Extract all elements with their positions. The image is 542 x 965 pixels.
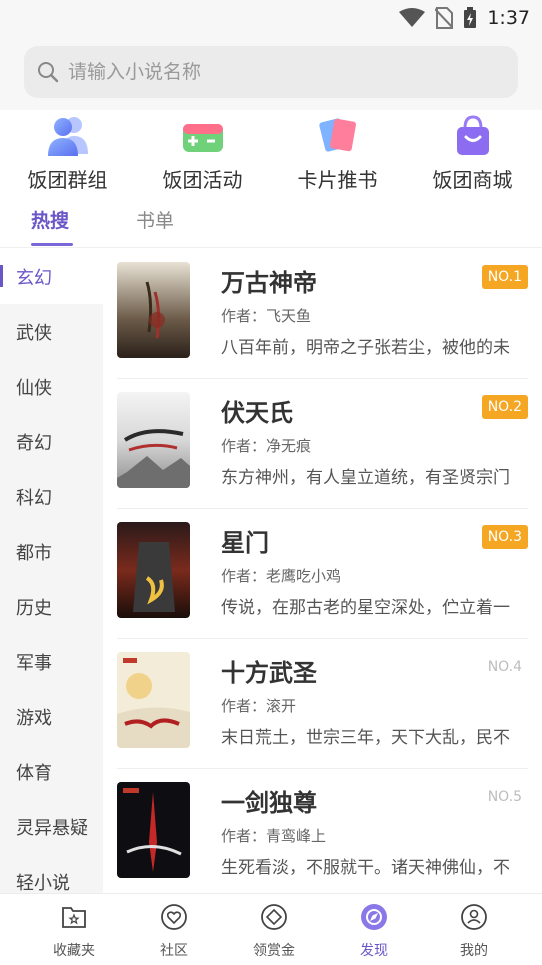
book-title: 伏天氏 bbox=[221, 399, 293, 427]
book-description: 八百年前，明帝之子张若尘，被他的未 bbox=[221, 338, 510, 358]
nav-label: 发现 bbox=[360, 943, 388, 959]
battery-charging-icon bbox=[464, 7, 477, 28]
category-sidebar: 玄幻 武侠 仙侠 奇幻 科幻 都市 历史 军事 游戏 体育 灵异悬疑 轻小说 bbox=[0, 249, 103, 893]
book-author: 作者：老鹰吃小鸡 bbox=[221, 567, 342, 585]
nav-rewards[interactable]: 领赏金 bbox=[224, 894, 324, 965]
book-cover[interactable] bbox=[117, 262, 190, 358]
category-item[interactable]: 玄幻 bbox=[0, 249, 103, 304]
book-author: 作者：飞天鱼 bbox=[221, 307, 312, 325]
book-ranking-list: 万古神帝 NO.1 作者：飞天鱼 八百年前，明帝之子张若尘，被他的未 伏天氏 N… bbox=[103, 249, 542, 893]
category-item[interactable]: 奇幻 bbox=[0, 414, 103, 469]
tab-book-list[interactable]: 书单 bbox=[136, 206, 174, 233]
feature-group[interactable]: 饭团群组 bbox=[0, 110, 135, 192]
nav-profile[interactable]: 我的 bbox=[424, 894, 524, 965]
search-area bbox=[0, 36, 542, 110]
status-icons: 1:37 bbox=[399, 6, 530, 30]
feature-activity[interactable]: 饭团活动 bbox=[135, 110, 270, 192]
feature-label: 饭团活动 bbox=[162, 168, 243, 192]
rank-label: NO.5 bbox=[487, 789, 522, 805]
book-row[interactable]: 十方武圣 NO.4 作者：滚开 末日荒土，世宗三年，天下大乱，民不 bbox=[117, 639, 528, 769]
nav-discover[interactable]: 发现 bbox=[324, 894, 424, 965]
book-cover[interactable] bbox=[117, 392, 190, 488]
book-title: 万古神帝 bbox=[221, 269, 317, 297]
book-title: 十方武圣 bbox=[221, 659, 317, 687]
shopping-bag-icon bbox=[449, 114, 497, 158]
content-tabs: 热搜 书单 bbox=[0, 196, 542, 248]
category-item[interactable]: 轻小说 bbox=[0, 854, 103, 894]
reward-diamond-icon bbox=[261, 904, 287, 930]
feature-label: 饭团商城 bbox=[432, 168, 513, 192]
feature-row: 饭团群组 饭团活动 卡片推书 饭团商城 bbox=[0, 110, 542, 192]
status-bar: 1:37 bbox=[0, 0, 542, 36]
book-author: 作者：滚开 bbox=[221, 697, 297, 715]
rank-badge: NO.1 bbox=[481, 265, 528, 289]
bookshelf-icon bbox=[62, 907, 86, 928]
category-item[interactable]: 武侠 bbox=[0, 304, 103, 359]
nav-label: 收藏夹 bbox=[53, 943, 95, 959]
book-title: 星门 bbox=[221, 529, 269, 557]
book-author: 作者：净无痕 bbox=[221, 437, 312, 455]
bottom-nav: 收藏夹 社区 领赏金 发现 我的 bbox=[0, 893, 542, 965]
book-row[interactable]: 伏天氏 NO.2 作者：净无痕 东方神州，有人皇立道统，有圣贤宗门 bbox=[117, 379, 528, 509]
category-item[interactable]: 都市 bbox=[0, 524, 103, 579]
feature-card-recommend[interactable]: 卡片推书 bbox=[270, 110, 405, 192]
nav-label: 我的 bbox=[460, 943, 488, 959]
book-cover[interactable] bbox=[117, 522, 190, 618]
status-time: 1:37 bbox=[487, 7, 530, 29]
category-item[interactable]: 历史 bbox=[0, 579, 103, 634]
category-item[interactable]: 科幻 bbox=[0, 469, 103, 524]
book-cover[interactable] bbox=[117, 652, 190, 748]
category-item[interactable]: 军事 bbox=[0, 634, 103, 689]
book-row[interactable]: 星门 NO.3 作者：老鹰吃小鸡 传说，在那古老的星空深处，伫立着一 bbox=[117, 509, 528, 639]
gamepad-icon bbox=[179, 114, 227, 158]
book-description: 东方神州，有人皇立道统，有圣贤宗门 bbox=[221, 468, 510, 488]
active-tab-indicator bbox=[31, 243, 73, 246]
feature-label: 饭团群组 bbox=[27, 168, 108, 192]
profile-icon bbox=[461, 904, 487, 930]
search-icon bbox=[38, 62, 59, 83]
feature-label: 卡片推书 bbox=[297, 168, 378, 192]
nav-label: 领赏金 bbox=[253, 943, 295, 959]
community-heart-icon bbox=[161, 904, 187, 930]
book-description: 传说，在那古老的星空深处，伫立着一 bbox=[221, 598, 510, 618]
group-icon bbox=[44, 114, 92, 158]
category-item[interactable]: 灵异悬疑 bbox=[0, 799, 103, 854]
rank-label: NO.4 bbox=[487, 659, 522, 675]
no-sim-icon bbox=[435, 7, 454, 29]
nav-label: 社区 bbox=[160, 943, 188, 959]
wifi-icon bbox=[399, 8, 426, 27]
nav-favorites[interactable]: 收藏夹 bbox=[24, 894, 124, 965]
book-description: 生死看淡，不服就干。诸天神佛仙，不 bbox=[221, 858, 510, 878]
feature-shop[interactable]: 饭团商城 bbox=[405, 110, 540, 192]
rank-badge: NO.3 bbox=[481, 525, 528, 549]
cards-icon bbox=[314, 114, 362, 158]
book-description: 末日荒土，世宗三年，天下大乱，民不 bbox=[221, 728, 510, 748]
tab-hot-search[interactable]: 热搜 bbox=[31, 206, 69, 233]
book-row[interactable]: 一剑独尊 NO.5 作者：青鸾峰上 生死看淡，不服就干。诸天神佛仙，不 bbox=[117, 769, 528, 893]
book-row[interactable]: 万古神帝 NO.1 作者：飞天鱼 八百年前，明帝之子张若尘，被他的未 bbox=[117, 249, 528, 379]
book-title: 一剑独尊 bbox=[221, 789, 317, 817]
book-author: 作者：青鸾峰上 bbox=[221, 827, 327, 845]
nav-community[interactable]: 社区 bbox=[124, 894, 224, 965]
search-box[interactable] bbox=[24, 46, 518, 98]
book-cover[interactable] bbox=[117, 782, 190, 878]
search-input[interactable] bbox=[68, 61, 488, 83]
category-item[interactable]: 仙侠 bbox=[0, 359, 103, 414]
category-item[interactable]: 体育 bbox=[0, 744, 103, 799]
discover-compass-icon bbox=[361, 904, 387, 930]
category-item[interactable]: 游戏 bbox=[0, 689, 103, 744]
rank-badge: NO.2 bbox=[481, 395, 528, 419]
